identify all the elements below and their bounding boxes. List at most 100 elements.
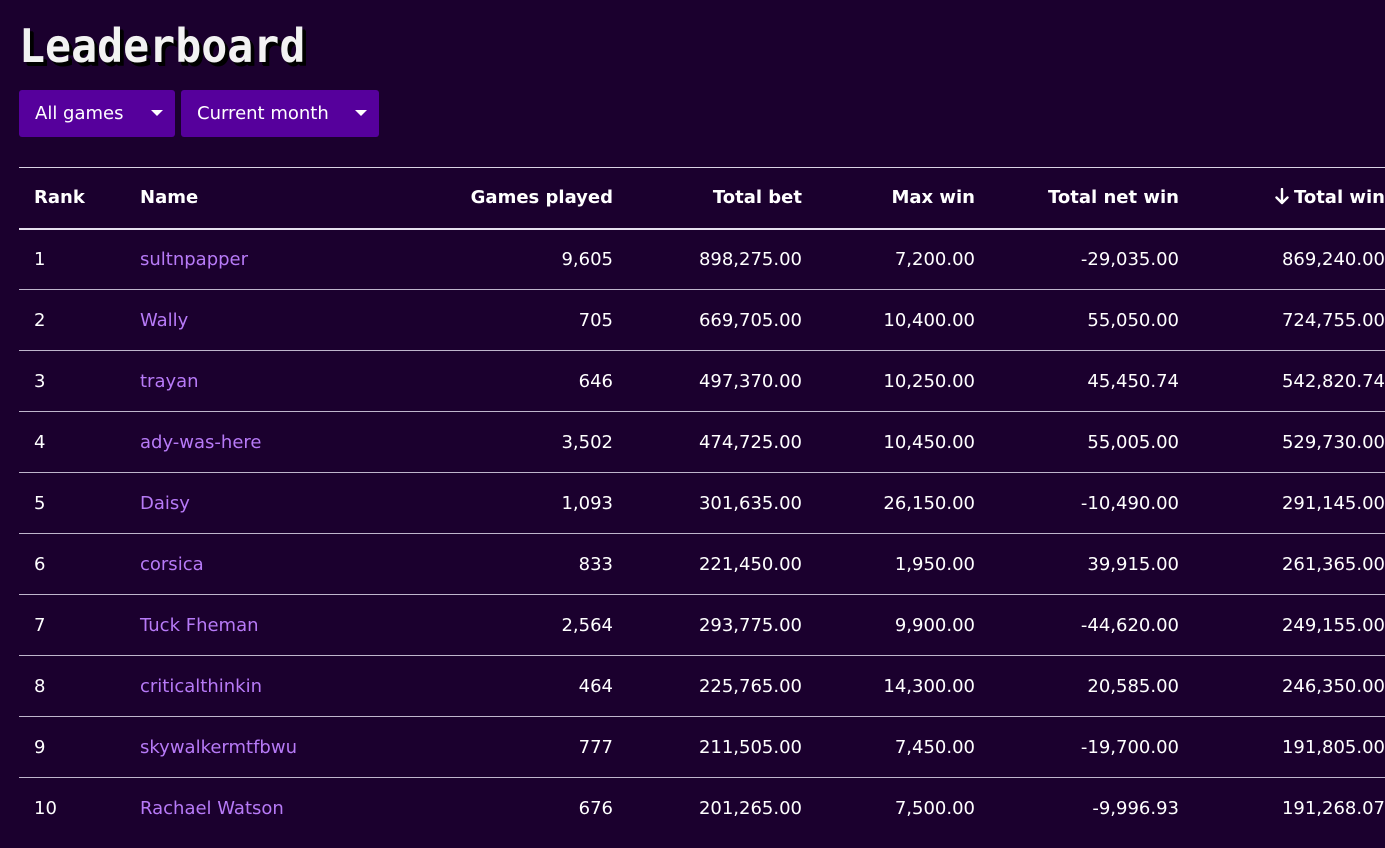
cell-name: Daisy	[125, 473, 338, 534]
cell-name: Rachael Watson	[125, 778, 338, 839]
table-row: 6 corsica 833 221,450.00 1,950.00 39,915.00 26…	[19, 534, 1385, 595]
period-filter-dropdown[interactable]: Current month	[181, 90, 379, 137]
cell-total-win-value: 246,350.00	[1281, 675, 1385, 697]
cell-games-played-value: 9,605	[561, 248, 613, 270]
cell-rank-value: 9	[34, 736, 46, 758]
cell-total-net-win-value: -29,035.00	[1080, 248, 1179, 270]
cell-total-win: 191,268.07	[1194, 778, 1385, 839]
cell-rank: 2	[19, 290, 125, 351]
column-header-total-bet[interactable]: Total bet	[628, 168, 817, 229]
cell-total-win: 542,820.74	[1194, 351, 1385, 412]
cell-games-played-value: 705	[578, 309, 613, 331]
cell-rank: 3	[19, 351, 125, 412]
cell-max-win: 7,500.00	[817, 778, 990, 839]
leaderboard-table: Rank Name Games played Total bet Max win…	[19, 167, 1385, 839]
player-name-link[interactable]: ady-was-here	[140, 432, 261, 453]
cell-max-win-value: 10,400.00	[883, 309, 975, 331]
cell-max-win-value: 1,950.00	[894, 553, 975, 575]
column-header-max-win[interactable]: Max win	[817, 168, 990, 229]
cell-total-bet-value: 301,635.00	[698, 492, 802, 514]
games-filter-dropdown[interactable]: All games	[19, 90, 175, 137]
player-name-link[interactable]: skywalkermtfbwu	[140, 737, 297, 758]
cell-total-bet-value: 898,275.00	[698, 248, 802, 270]
cell-games-played: 1,093	[338, 473, 628, 534]
cell-rank: 7	[19, 595, 125, 656]
cell-max-win-value: 26,150.00	[883, 492, 975, 514]
cell-max-win: 9,900.00	[817, 595, 990, 656]
page-title: Leaderboard	[19, 19, 306, 73]
player-name-link[interactable]: sultnpapper	[140, 249, 248, 270]
cell-rank-value: 6	[34, 553, 46, 575]
arrow-down-icon	[1275, 188, 1289, 205]
cell-total-bet-value: 497,370.00	[698, 370, 802, 392]
column-header-label: Rank	[34, 187, 85, 209]
cell-total-win-value: 249,155.00	[1281, 614, 1385, 636]
column-header-label: Total bet	[712, 187, 802, 209]
cell-total-win-value: 191,268.07	[1281, 797, 1385, 819]
cell-total-net-win-value: -19,700.00	[1080, 736, 1179, 758]
cell-total-win-value: 542,820.74	[1281, 370, 1385, 392]
cell-rank-value: 10	[34, 797, 57, 819]
cell-total-bet: 497,370.00	[628, 351, 817, 412]
cell-rank: 1	[19, 229, 125, 290]
cell-total-net-win-value: 55,005.00	[1087, 431, 1179, 453]
player-name-link[interactable]: Rachael Watson	[140, 798, 284, 819]
table-row: 10 Rachael Watson 676 201,265.00 7,500.00 -9,…	[19, 778, 1385, 839]
cell-total-win: 249,155.00	[1194, 595, 1385, 656]
cell-name: Tuck Fheman	[125, 595, 338, 656]
player-name-link[interactable]: Tuck Fheman	[140, 615, 259, 636]
player-name-link[interactable]: Daisy	[140, 493, 190, 514]
cell-max-win: 26,150.00	[817, 473, 990, 534]
column-header-rank[interactable]: Rank	[19, 168, 125, 229]
player-name-link[interactable]: Wally	[140, 310, 188, 331]
caret-down-icon	[151, 110, 163, 116]
cell-rank: 4	[19, 412, 125, 473]
cell-total-net-win-value: -10,490.00	[1080, 492, 1179, 514]
cell-games-played-value: 676	[578, 797, 613, 819]
cell-games-played: 2,564	[338, 595, 628, 656]
cell-total-net-win-value: 20,585.00	[1087, 675, 1179, 697]
cell-total-net-win: -19,700.00	[990, 717, 1194, 778]
cell-games-played-value: 2,564	[561, 614, 613, 636]
cell-max-win: 10,450.00	[817, 412, 990, 473]
cell-total-net-win-value: -9,996.93	[1092, 797, 1179, 819]
table-row: 3 trayan 646 497,370.00 10,250.00 45,450.74 54…	[19, 351, 1385, 412]
cell-total-bet-value: 201,265.00	[698, 797, 802, 819]
cell-max-win-value: 14,300.00	[883, 675, 975, 697]
cell-name: sultnpapper	[125, 229, 338, 290]
cell-max-win: 7,200.00	[817, 229, 990, 290]
cell-total-bet-value: 293,775.00	[698, 614, 802, 636]
cell-total-bet-value: 225,765.00	[698, 675, 802, 697]
cell-rank-value: 2	[34, 309, 46, 331]
column-header-total-net-win[interactable]: Total net win	[990, 168, 1194, 229]
cell-max-win: 14,300.00	[817, 656, 990, 717]
column-header-games-played[interactable]: Games played	[338, 168, 628, 229]
cell-total-bet: 211,505.00	[628, 717, 817, 778]
column-header-name[interactable]: Name	[125, 168, 338, 229]
games-filter-label: All games	[35, 103, 124, 124]
player-name-link[interactable]: trayan	[140, 371, 199, 392]
cell-total-bet: 293,775.00	[628, 595, 817, 656]
cell-total-win: 724,755.00	[1194, 290, 1385, 351]
player-name-link[interactable]: criticalthinkin	[140, 676, 262, 697]
caret-down-icon	[355, 110, 367, 116]
cell-total-bet: 225,765.00	[628, 656, 817, 717]
cell-total-net-win: 55,050.00	[990, 290, 1194, 351]
cell-rank: 10	[19, 778, 125, 839]
cell-total-bet: 301,635.00	[628, 473, 817, 534]
cell-games-played: 676	[338, 778, 628, 839]
cell-games-played: 9,605	[338, 229, 628, 290]
table-row: 2 Wally 705 669,705.00 10,400.00 55,050.00 724…	[19, 290, 1385, 351]
column-header-label: Name	[140, 187, 199, 209]
cell-total-net-win: -29,035.00	[990, 229, 1194, 290]
cell-max-win: 10,250.00	[817, 351, 990, 412]
player-name-link[interactable]: corsica	[140, 554, 204, 575]
column-header-total-win[interactable]: Total win	[1194, 168, 1385, 229]
cell-max-win: 7,450.00	[817, 717, 990, 778]
cell-total-net-win: 20,585.00	[990, 656, 1194, 717]
cell-total-net-win: -9,996.93	[990, 778, 1194, 839]
period-filter-label: Current month	[197, 103, 329, 124]
cell-total-net-win-value: 39,915.00	[1087, 553, 1179, 575]
cell-total-net-win: 55,005.00	[990, 412, 1194, 473]
cell-total-bet-value: 221,450.00	[698, 553, 802, 575]
